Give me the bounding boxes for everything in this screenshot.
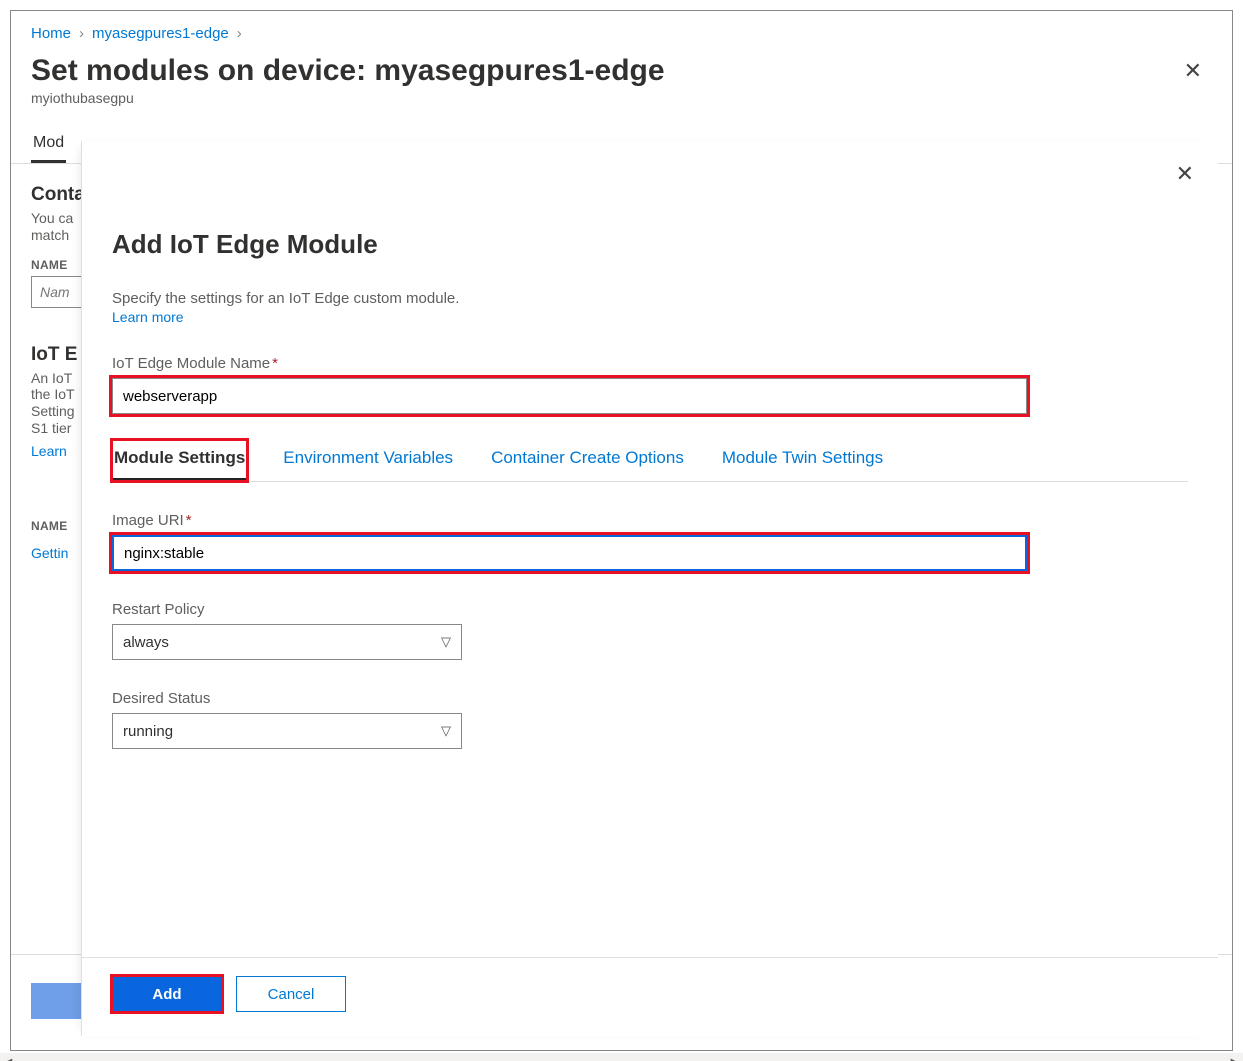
add-module-panel: ✕ Add IoT Edge Module Specify the settin… (81, 141, 1218, 1036)
chevron-right-icon: › (79, 25, 84, 42)
panel-desc: Specify the settings for an IoT Edge cus… (112, 290, 1188, 307)
restart-policy-select[interactable]: always ▽ (112, 624, 462, 660)
desired-status-select[interactable]: running ▽ (112, 713, 462, 749)
tab-container-create[interactable]: Container Create Options (489, 440, 686, 481)
add-button[interactable]: Add (112, 976, 222, 1012)
tab-module-settings[interactable]: Module Settings (112, 440, 247, 481)
panel-title: Add IoT Edge Module (112, 229, 1188, 260)
restart-policy-label: Restart Policy (112, 601, 1188, 618)
learn-more-link-bg[interactable]: Learn (31, 443, 67, 459)
desired-status-value: running (123, 723, 173, 740)
scroll-left-icon[interactable]: ◄ (0, 1056, 18, 1061)
module-name-label: IoT Edge Module Name* (112, 355, 1188, 372)
breadcrumb-device[interactable]: myasegpures1-edge (92, 25, 229, 42)
cancel-button[interactable]: Cancel (236, 976, 346, 1012)
breadcrumb-home[interactable]: Home (31, 25, 71, 42)
page-title: Set modules on device: myasegpures1-edge (31, 54, 665, 88)
page-subtitle: myiothubasegpu (11, 88, 1232, 124)
chevron-right-icon: › (237, 25, 242, 42)
image-uri-label: Image URI* (112, 512, 1188, 529)
tab-modules[interactable]: Mod (31, 124, 66, 163)
chevron-down-icon: ▽ (441, 634, 451, 650)
close-icon[interactable]: ✕ (1178, 54, 1208, 88)
tab-env-vars[interactable]: Environment Variables (281, 440, 455, 481)
panel-tabs: Module Settings Environment Variables Co… (112, 440, 1188, 482)
restart-policy-value: always (123, 634, 169, 651)
horizontal-scrollbar[interactable]: ◄ ► (0, 1053, 1243, 1061)
module-name-input[interactable] (112, 378, 1027, 414)
breadcrumb: Home › myasegpures1-edge › (11, 11, 1232, 50)
panel-close-icon[interactable]: ✕ (1170, 157, 1200, 191)
panel-footer: Add Cancel (82, 957, 1218, 1036)
image-uri-input[interactable] (112, 535, 1027, 571)
desired-status-label: Desired Status (112, 690, 1188, 707)
table-row-getting-started[interactable]: Gettin (31, 545, 68, 561)
learn-more-link[interactable]: Learn more (112, 309, 184, 325)
chevron-down-icon: ▽ (441, 723, 451, 739)
tab-module-twin[interactable]: Module Twin Settings (720, 440, 885, 481)
scroll-right-icon[interactable]: ► (1225, 1056, 1243, 1061)
